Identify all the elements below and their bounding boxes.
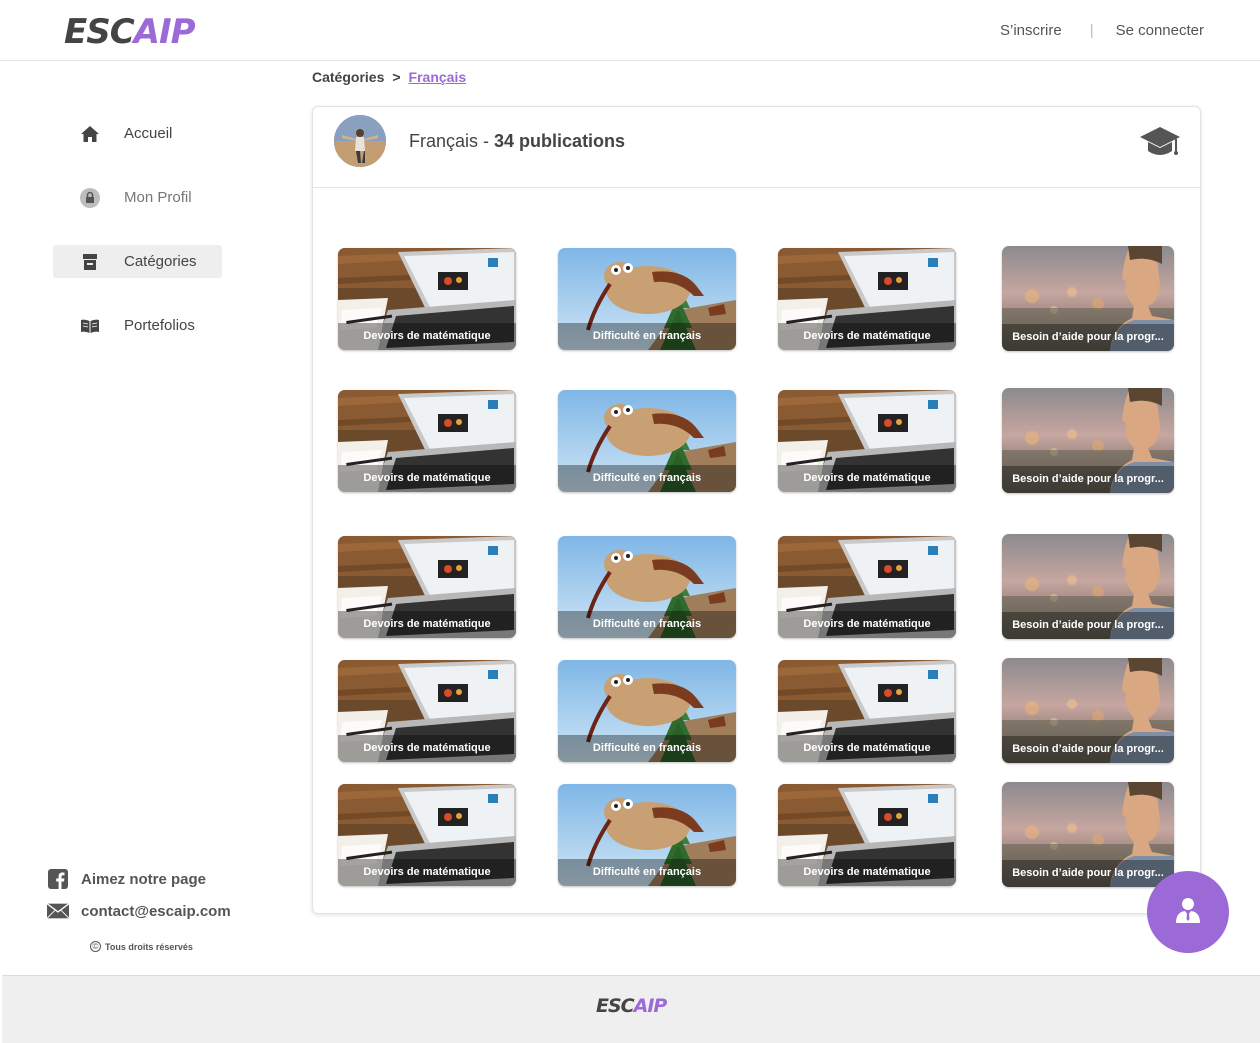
user-fab-button[interactable] [1147, 871, 1229, 953]
login-link[interactable]: Se connecter [1116, 22, 1204, 39]
publication-card[interactable]: Besoin d’aide pour la progr... [1002, 534, 1174, 639]
category-icon [80, 252, 100, 272]
publication-title: Besoin d’aide pour la progr... [1002, 612, 1174, 639]
contact-email: contact@escaip.com [81, 902, 231, 920]
publication-title: Devoirs de matématique [338, 611, 516, 638]
publication-title: Devoirs de matématique [338, 859, 516, 886]
signup-link[interactable]: S’inscrire [1000, 22, 1062, 39]
publication-card[interactable]: Difficulté en français [558, 660, 736, 762]
publication-title: Besoin d’aide pour la progr... [1002, 466, 1174, 493]
footer-logo[interactable]: ESCAIP [596, 995, 668, 1017]
publication-card[interactable]: Difficulté en français [558, 390, 736, 492]
publication-title: Difficulté en français [558, 859, 736, 886]
publication-card[interactable]: Devoirs de matématique [338, 248, 516, 350]
publication-title: Besoin d’aide pour la progr... [1002, 860, 1174, 887]
facebook-like-label: Aimez notre page [81, 870, 207, 888]
category-name: Français [409, 131, 479, 151]
mail-icon [47, 901, 69, 921]
breadcrumb-categories[interactable]: Catégories [312, 69, 384, 85]
facebook-icon [47, 869, 69, 889]
publication-title: Difficulté en français [558, 611, 736, 638]
publication-card[interactable]: Devoirs de matématique [778, 390, 956, 492]
publication-count: 34 publications [494, 131, 626, 151]
publication-card[interactable]: Besoin d’aide pour la progr... [1002, 658, 1174, 763]
publication-card[interactable]: Devoirs de matématique [778, 536, 956, 638]
copyright-notice: © Tous droits réservés [90, 941, 193, 952]
publication-card[interactable]: Devoirs de matématique [778, 784, 956, 886]
sidebar-item-label: Catégories [124, 253, 197, 270]
publication-card[interactable]: Devoirs de matématique [338, 390, 516, 492]
publication-title: Besoin d’aide pour la progr... [1002, 324, 1174, 351]
card-title: Français - 34 publications [409, 131, 625, 152]
publication-card[interactable]: Besoin d’aide pour la progr... [1002, 782, 1174, 887]
publication-title: Devoirs de matématique [778, 465, 956, 492]
publication-title: Difficulté en français [558, 735, 736, 762]
sidebar-item-mon-profil[interactable]: Mon Profil [53, 181, 222, 214]
top-header: ESCAIP S’inscrire | Se connecter [0, 0, 1260, 61]
publication-title: Devoirs de matématique [778, 859, 956, 886]
publication-title: Devoirs de matématique [778, 323, 956, 350]
sidebar-item-categories[interactable]: Catégories [53, 245, 222, 278]
sidebar-item-label: Mon Profil [124, 189, 192, 206]
sidebar-item-portefolios[interactable]: Portefolios [53, 309, 222, 342]
sidebar-item-label: Accueil [124, 125, 173, 142]
breadcrumb: Catégories > Français [312, 69, 466, 85]
publication-card[interactable]: Devoirs de matématique [338, 536, 516, 638]
user-icon [1175, 897, 1201, 928]
breadcrumb-current[interactable]: Français [409, 69, 467, 85]
escaip-logo[interactable]: ESCAIP [64, 12, 196, 52]
sidebar-item-accueil[interactable]: Accueil [53, 117, 222, 150]
lock-icon [80, 187, 100, 208]
publication-card[interactable]: Difficulté en français [558, 248, 736, 350]
logo-part-1: ESC [64, 12, 135, 52]
publication-card[interactable]: Besoin d’aide pour la progr... [1002, 246, 1174, 351]
top-nav: S’inscrire | Se connecter [1000, 22, 1204, 39]
publication-title: Difficulté en français [558, 323, 736, 350]
footer-logo-part-2: AIP [633, 995, 668, 1017]
title-dash: - [478, 131, 495, 151]
publication-title: Difficulté en français [558, 465, 736, 492]
publication-card[interactable]: Difficulté en français [558, 784, 736, 886]
logo-part-2: AIP [133, 12, 196, 52]
publication-card[interactable]: Difficulté en français [558, 536, 736, 638]
avatar[interactable] [334, 115, 386, 167]
publication-card[interactable]: Devoirs de matématique [338, 660, 516, 762]
card-header: Français - 34 publications [313, 107, 1200, 188]
publication-card[interactable]: Besoin d’aide pour la progr... [1002, 388, 1174, 493]
publication-title: Devoirs de matématique [778, 735, 956, 762]
graduation-cap-icon [1140, 125, 1180, 161]
publication-title: Devoirs de matématique [338, 465, 516, 492]
publication-title: Devoirs de matématique [338, 735, 516, 762]
sidebar-item-label: Portefolios [124, 317, 195, 334]
publication-title: Besoin d’aide pour la progr... [1002, 736, 1174, 763]
page-footer: ESCAIP [2, 975, 1260, 1043]
publication-card[interactable]: Devoirs de matématique [778, 660, 956, 762]
breadcrumb-separator: > [392, 69, 401, 85]
book-icon [80, 316, 100, 336]
facebook-like-link[interactable]: Aimez notre page [47, 869, 206, 889]
copyright-text: Tous droits réservés [105, 941, 193, 952]
nav-separator: | [1089, 22, 1094, 39]
contact-email-link[interactable]: contact@escaip.com [47, 901, 231, 921]
footer-logo-part-1: ESC [596, 995, 635, 1017]
home-icon [80, 124, 100, 144]
publication-card[interactable]: Devoirs de matématique [338, 784, 516, 886]
publication-title: Devoirs de matématique [778, 611, 956, 638]
copyright-icon: © [90, 941, 101, 952]
publication-title: Devoirs de matématique [338, 323, 516, 350]
publication-card[interactable]: Devoirs de matématique [778, 248, 956, 350]
